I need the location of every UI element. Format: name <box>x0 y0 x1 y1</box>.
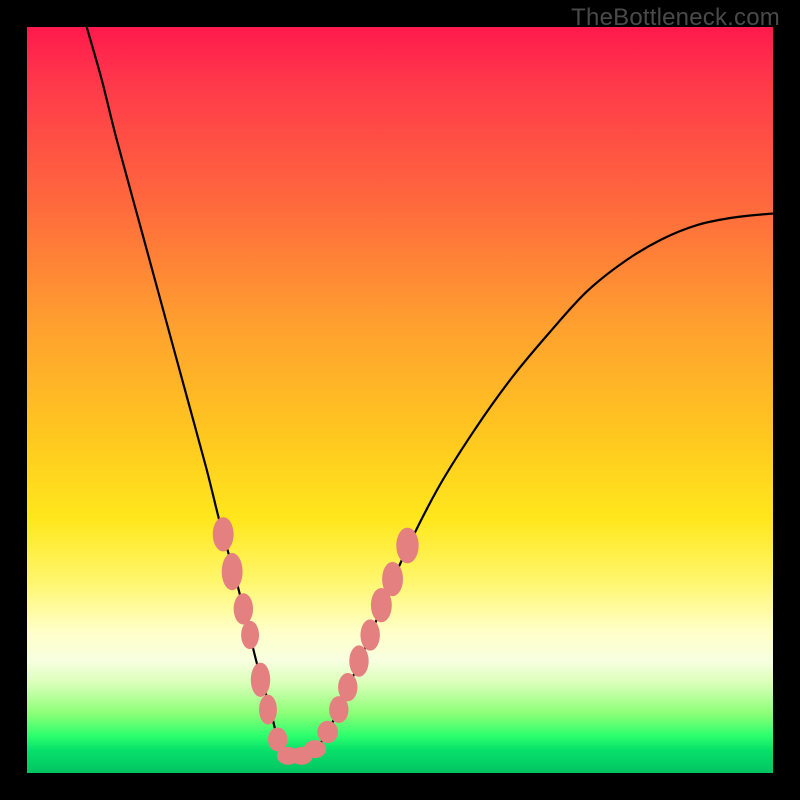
curve-marker <box>360 619 379 650</box>
curve-marker <box>317 721 338 743</box>
curve-marker <box>222 553 243 590</box>
curve-marker <box>259 695 277 725</box>
curve-marker <box>329 696 348 723</box>
bottleneck-curve <box>87 27 773 758</box>
curve-marker <box>371 588 392 622</box>
curve-marker <box>234 593 253 624</box>
curve-marker <box>304 740 326 758</box>
chart-svg <box>27 27 773 773</box>
curve-marker <box>213 517 234 551</box>
curve-marker <box>290 747 312 765</box>
curve-marker <box>268 727 287 751</box>
marker-group <box>213 517 419 765</box>
curve-marker <box>396 528 418 564</box>
outer-frame: TheBottleneck.com <box>0 0 800 800</box>
curve-marker <box>349 645 368 676</box>
plot-area <box>27 27 773 773</box>
curve-marker <box>338 673 357 701</box>
curve-marker <box>251 663 270 697</box>
curve-marker <box>241 621 259 649</box>
curve-marker <box>277 747 299 765</box>
curve-marker <box>382 562 403 596</box>
